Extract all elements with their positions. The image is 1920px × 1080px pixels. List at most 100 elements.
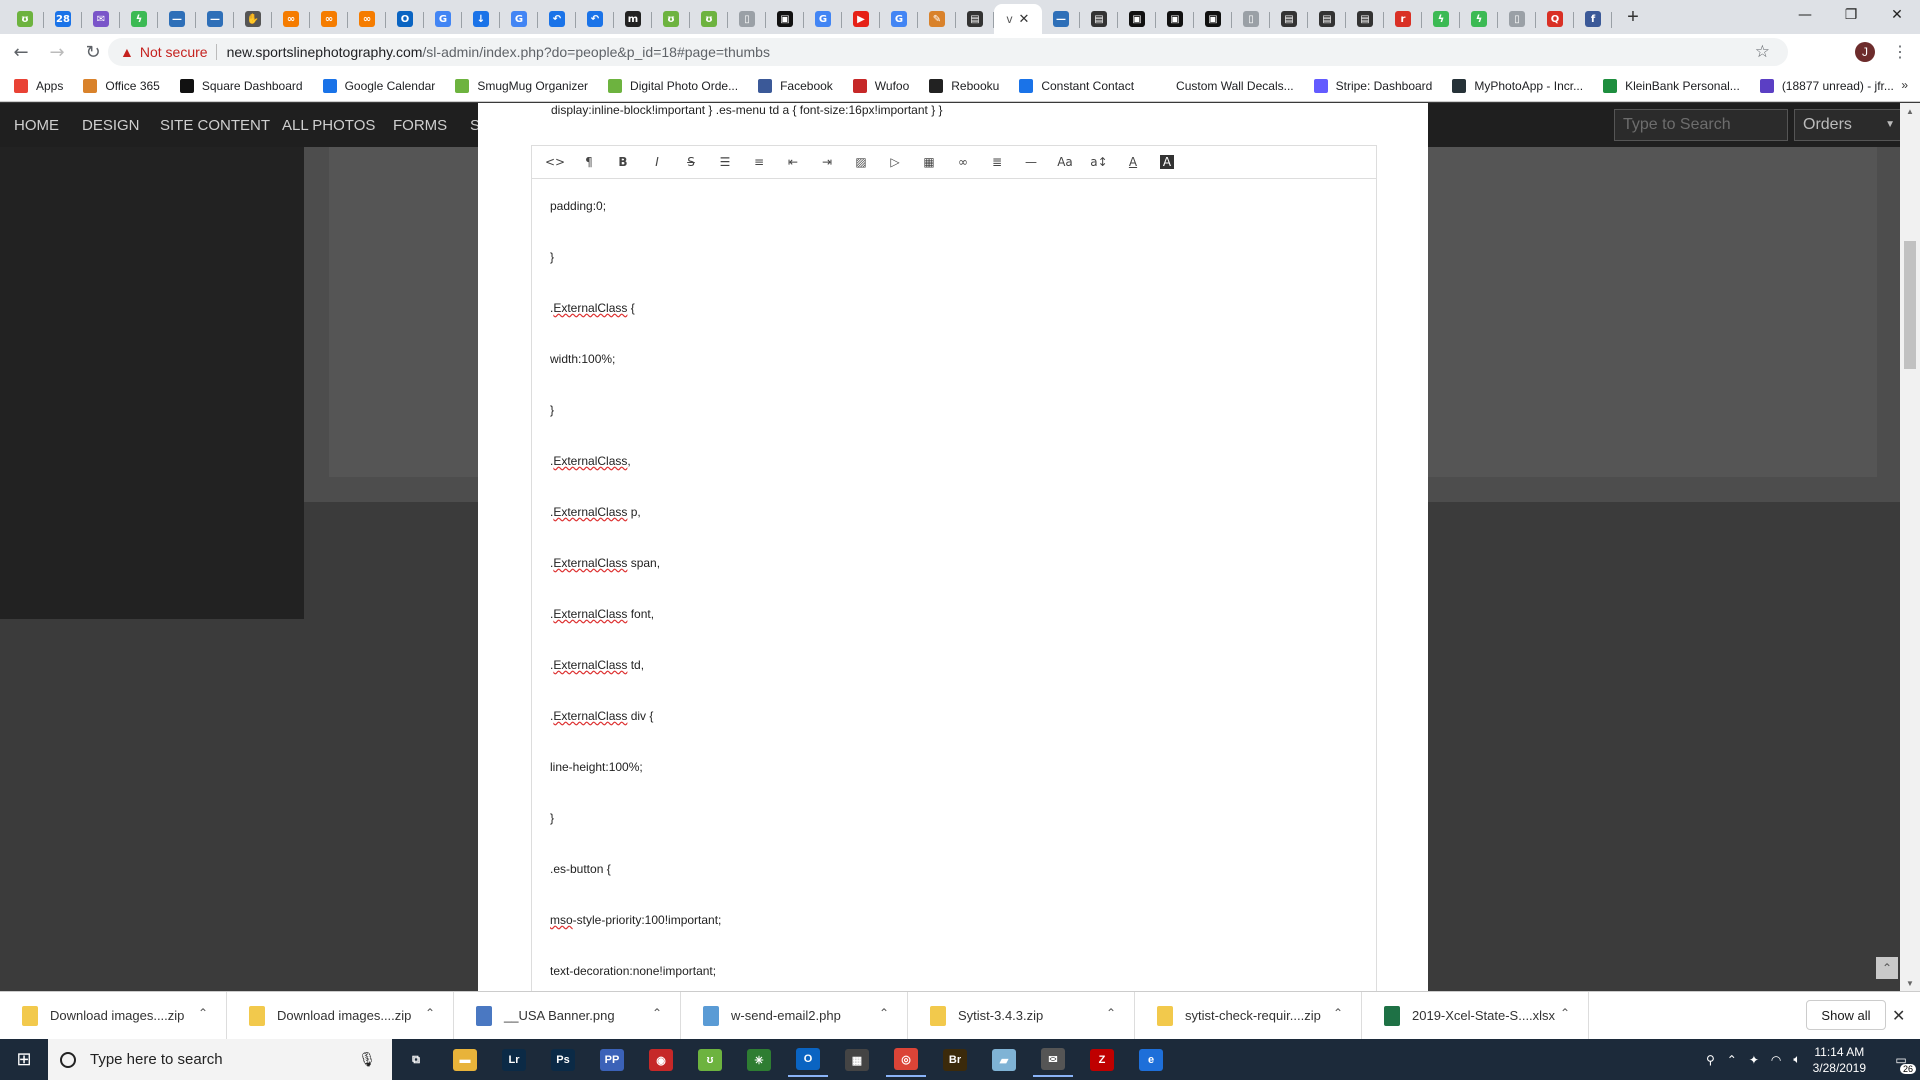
tab-b-13[interactable]: Q [1536, 4, 1574, 34]
bookmark-star-icon[interactable]: ☆ [1755, 42, 1770, 62]
ordered-list-icon[interactable]: ≡ [742, 146, 776, 178]
scroll-up-icon[interactable]: ▲ [1900, 103, 1920, 119]
italic-icon[interactable]: I [640, 146, 674, 178]
tab-b-2[interactable]: ▣ [1118, 4, 1156, 34]
chevron-up-icon[interactable]: ⌃ [1106, 1006, 1116, 1020]
nav-site-content[interactable]: SITE CONTENT [160, 117, 270, 134]
bookmark-item[interactable]: SmugMug Organizer [455, 78, 588, 93]
tab-a-10[interactable]: O [386, 4, 424, 34]
tablet-app-icon[interactable]: ▰ [984, 1043, 1024, 1077]
tab-a-23[interactable]: G [880, 4, 918, 34]
show-all-button[interactable]: Show all [1806, 1000, 1886, 1030]
notification-icon[interactable]: ▭ 26 [1882, 1039, 1920, 1080]
table-icon[interactable]: ▦ [912, 146, 946, 178]
microphone-icon[interactable]: 🎙︎ [358, 1051, 376, 1068]
scroll-down-icon[interactable]: ▼ [1900, 975, 1920, 991]
download-item[interactable]: w-send-email2.php ⌃ [681, 991, 908, 1040]
green-app-icon[interactable]: ✳ [739, 1043, 779, 1077]
download-item[interactable]: Sytist-3.4.3.zip ⌃ [908, 991, 1135, 1040]
tab-a-0[interactable]: ʊ [6, 4, 44, 34]
tab-a-3[interactable]: ϟ [120, 4, 158, 34]
tab-a-19[interactable]: ▯ [728, 4, 766, 34]
address-input[interactable]: ▲ Not secure new.sportslinephotography.c… [108, 38, 1788, 66]
bookmark-item[interactable]: Stripe: Dashboard [1313, 78, 1432, 93]
bookmark-item[interactable]: Rebooku [929, 78, 999, 93]
download-item[interactable]: Download images....zip ⌃ [227, 991, 454, 1040]
tab-b-1[interactable]: ▤ [1080, 4, 1118, 34]
orders-select[interactable]: Orders ▼ [1794, 109, 1902, 141]
avatar[interactable]: J [1855, 42, 1875, 62]
tab-a-20[interactable]: ▣ [766, 4, 804, 34]
bookmark-item[interactable]: (18877 unread) - jfr... [1759, 78, 1894, 93]
tab-a-24[interactable]: ✎ [918, 4, 956, 34]
tab-a-21[interactable]: G [804, 4, 842, 34]
bookmark-item[interactable]: Facebook [758, 78, 833, 93]
chevron-up-icon[interactable]: ⌃ [425, 1006, 435, 1020]
download-item[interactable]: 2019-Xcel-State-S....xlsx ⌃ [1362, 991, 1589, 1040]
task-view-icon[interactable]: ⧉ [396, 1043, 436, 1077]
align-icon[interactable]: ≣ [980, 146, 1014, 178]
tab-a-6[interactable]: ✋ [234, 4, 272, 34]
bridge-icon[interactable]: Br [935, 1043, 975, 1077]
tab-active[interactable]: v ✕ [994, 4, 1042, 34]
tab-a-25[interactable]: ▤ [956, 4, 994, 34]
chevron-up-icon[interactable]: ⌃ [1727, 1053, 1737, 1067]
tab-a-2[interactable]: ✉ [82, 4, 120, 34]
person-icon[interactable]: ⚲ [1706, 1053, 1715, 1067]
tab-b-8[interactable]: ▤ [1346, 4, 1384, 34]
horizontal-rule-icon[interactable]: — [1014, 146, 1048, 178]
reload-icon[interactable]: ↻ [78, 37, 108, 67]
forward-arrow-icon[interactable]: → [42, 37, 72, 67]
taskbar-search-input[interactable]: Type here to search 🎙︎ [48, 1039, 392, 1080]
close-window-icon[interactable]: ✕ [1874, 0, 1920, 30]
outlook-app-icon[interactable]: O [788, 1043, 828, 1077]
tab-a-5[interactable]: — [196, 4, 234, 34]
tab-a-16[interactable]: m [614, 4, 652, 34]
strikethrough-icon[interactable]: S̶ [674, 146, 708, 178]
tab-b-3[interactable]: ▣ [1156, 4, 1194, 34]
download-item[interactable]: __USA Banner.png ⌃ [454, 991, 681, 1040]
photoshop-icon[interactable]: Ps [543, 1043, 583, 1077]
calculator-icon[interactable]: ▦ [837, 1043, 877, 1077]
site-search-input[interactable]: Type to Search [1614, 109, 1788, 141]
chrome-icon[interactable]: ◎ [886, 1043, 926, 1077]
minimize-icon[interactable]: — [1782, 0, 1828, 30]
scroll-thumb[interactable] [1904, 241, 1916, 369]
nav-home[interactable]: HOME [14, 117, 59, 134]
dropbox-icon[interactable]: ✦ [1749, 1053, 1759, 1067]
clock[interactable]: 11:14 AM 3/28/2019 [1813, 1044, 1866, 1076]
bold-icon[interactable]: B [606, 146, 640, 178]
bookmark-item[interactable]: Square Dashboard [179, 78, 303, 93]
font-color-icon[interactable]: A [1116, 146, 1150, 178]
back-to-top-button[interactable]: ⌃ [1876, 957, 1898, 979]
html-icon[interactable]: <> [538, 146, 572, 178]
page-scrollbar[interactable]: ▲ ▼ [1900, 103, 1920, 991]
tab-b-5[interactable]: ▯ [1232, 4, 1270, 34]
nav-design[interactable]: DESIGN [82, 117, 140, 134]
lightroom-icon[interactable]: Lr [494, 1043, 534, 1077]
nav-all-photos[interactable]: ALL PHOTOS [282, 117, 375, 134]
close-shelf-icon[interactable]: ✕ [1892, 1006, 1905, 1026]
bookmark-item[interactable]: Apps [14, 78, 63, 93]
tab-b-4[interactable]: ▣ [1194, 4, 1232, 34]
file-explorer-icon[interactable]: ▬ [445, 1043, 485, 1077]
tab-a-12[interactable]: ↓ [462, 4, 500, 34]
video-icon[interactable]: ▷ [878, 146, 912, 178]
image-icon[interactable]: ▨ [844, 146, 878, 178]
bookmark-item[interactable]: Constant Contact [1019, 78, 1134, 93]
bookmark-item[interactable]: Wufoo [852, 78, 909, 93]
indent-icon[interactable]: ⇥ [810, 146, 844, 178]
chevron-up-icon[interactable]: ⌃ [198, 1006, 208, 1020]
chevron-up-icon[interactable]: ⌃ [652, 1006, 662, 1020]
background-color-icon[interactable]: A [1160, 155, 1174, 169]
tab-a-1[interactable]: 28 [44, 4, 82, 34]
tab-b-11[interactable]: ϟ [1460, 4, 1498, 34]
chevron-up-icon[interactable]: ⌃ [1333, 1006, 1343, 1020]
outdent-icon[interactable]: ⇤ [776, 146, 810, 178]
paragraph-icon[interactable]: ¶ [572, 146, 606, 178]
tab-b-0[interactable]: — [1042, 4, 1080, 34]
tab-a-4[interactable]: — [158, 4, 196, 34]
line-height-icon[interactable]: a↕ [1082, 146, 1116, 178]
bookmark-item[interactable]: Custom Wall Decals... [1154, 78, 1294, 93]
tab-a-9[interactable]: ∞ [348, 4, 386, 34]
